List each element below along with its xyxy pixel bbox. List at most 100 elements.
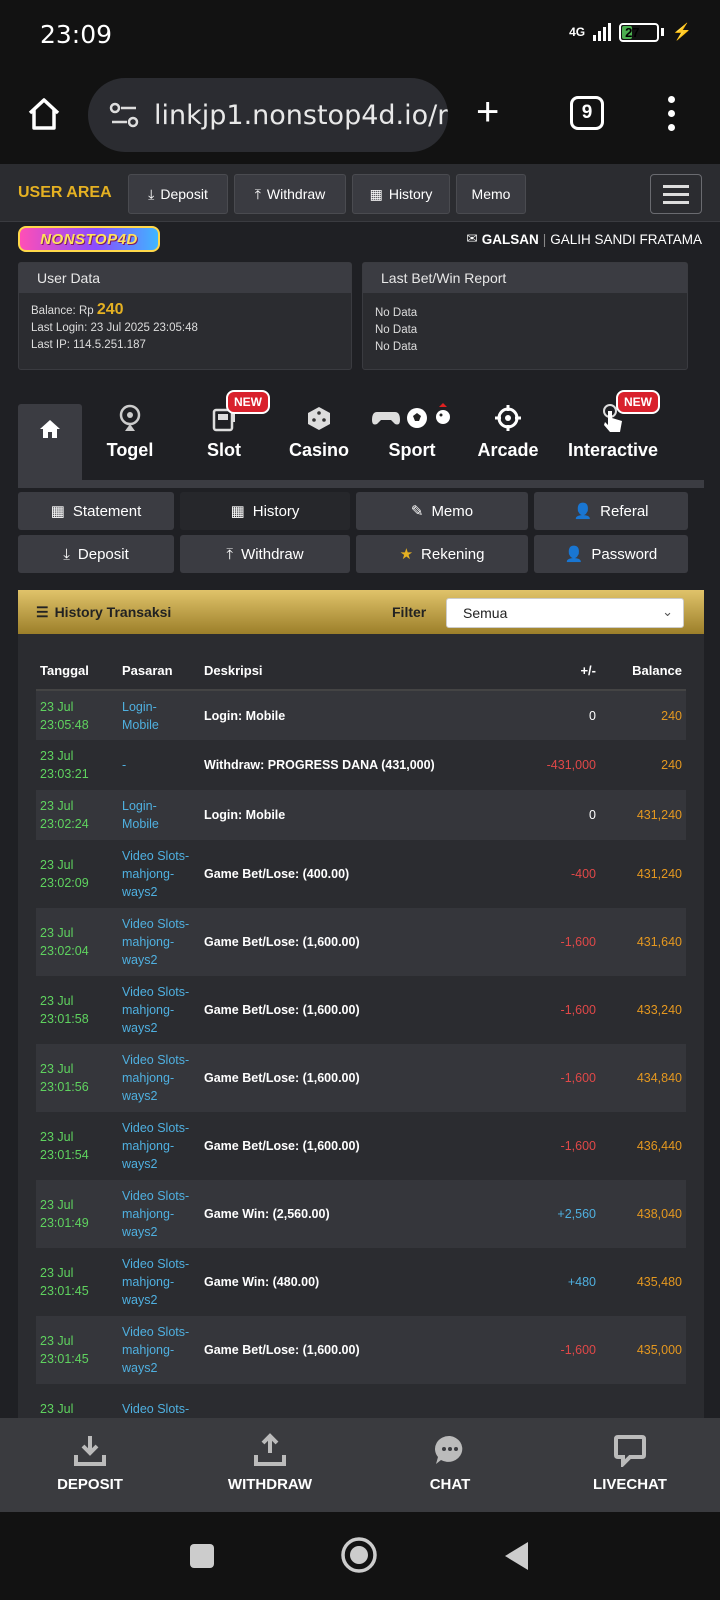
table-row: 23 Jul 23:05:48 Login- Mobile Login: Mobile 0… (36, 690, 686, 740)
statement-button[interactable]: ▦ Statement (18, 492, 174, 530)
row-date: 23 Jul (40, 858, 74, 872)
status-time: 23:09 (40, 20, 113, 49)
lottery-ball-icon (80, 398, 180, 438)
nav-memo-button[interactable]: Memo (456, 174, 526, 214)
row-pasaran-line: mahjong- (122, 1003, 175, 1017)
history-button[interactable]: ▦ History (180, 492, 350, 530)
row-time: 23:02:09 (40, 876, 89, 890)
more-menu-icon[interactable] (668, 96, 675, 131)
memo-button[interactable]: ✎ Memo (356, 492, 528, 530)
row-time: 23:01:49 (40, 1216, 89, 1230)
new-tab-icon[interactable]: + (476, 92, 499, 132)
cell-balance: 240 (600, 690, 686, 740)
cell-pasaran[interactable]: Video Slots-mahjong-ways2 (118, 840, 200, 908)
nav-deposit-label: Deposit (160, 186, 208, 202)
home-icon[interactable] (24, 94, 64, 134)
row-pasaran-line: mahjong- (122, 1275, 175, 1289)
site-logo[interactable]: NONSTOP4D (18, 226, 160, 252)
cell-balance: 433,240 (600, 976, 686, 1044)
gamepad-icon (372, 412, 400, 425)
calendar-icon: ▦ (50, 503, 65, 520)
nav-history-button[interactable]: ▦ History (352, 174, 450, 214)
referal-button[interactable]: 👤 Referal (534, 492, 688, 530)
cell-pasaran[interactable]: Video Slots-mahjong-ways2 (118, 976, 200, 1044)
user-fullname: GALIH SANDI FRATAMA (550, 231, 702, 247)
bottom-withdraw-button[interactable]: WITHDRAW (200, 1430, 340, 1493)
row-pasaran-line: mahjong- (122, 1343, 175, 1357)
col-pasaran[interactable]: Pasaran (118, 652, 200, 691)
filter-select[interactable]: Semua ⌄ (446, 598, 684, 628)
deposit-button[interactable]: ⤓ Deposit (18, 535, 174, 573)
cell-date: 23 Jul 23:03:21 (36, 740, 118, 790)
last-bet-panel: Last Bet/Win Report No Data No Data No D… (362, 262, 688, 370)
cell-pasaran[interactable]: Video Slots- (118, 1384, 200, 1418)
cell-pasaran[interactable]: Login- Mobile (118, 790, 200, 840)
list-icon: ☰ (36, 603, 49, 620)
password-button[interactable]: 👤 Password (534, 535, 688, 573)
balance-line: Balance: Rp 240 (31, 301, 339, 320)
user-name: ✉ GALSAN | GALIH SANDI FRATAMA (466, 231, 702, 247)
col-deskripsi[interactable]: Deskripsi (200, 652, 510, 691)
cell-amount: -1,600 (510, 908, 600, 976)
cell-balance: 438,040 (600, 1180, 686, 1248)
cell-description: Login: Mobile (200, 790, 510, 840)
col-tanggal[interactable]: Tanggal (36, 652, 118, 691)
cell-pasaran[interactable]: Video Slots-mahjong-ways2 (118, 1180, 200, 1248)
row-time: 23:02:24 (40, 817, 89, 831)
mail-icon[interactable]: ✉ (466, 231, 477, 247)
cell-amount: -400 (510, 840, 600, 908)
row-pasaran-line: ways2 (122, 953, 158, 967)
address-bar[interactable]: linkjp1.nonstop4d.io/m (88, 78, 448, 152)
withdraw-button[interactable]: ⤒ Withdraw (180, 535, 350, 573)
cell-description: Game Bet/Lose: (1,600.00) (200, 1112, 510, 1180)
row-date: 23 Jul (40, 1198, 74, 1212)
nav-deposit-button[interactable]: ⤓ Deposit (128, 174, 228, 214)
tab-arcade[interactable]: Arcade (458, 398, 558, 461)
col-amount[interactable]: +/- (510, 652, 600, 691)
cell-pasaran[interactable]: Video Slots-mahjong-ways2 (118, 1112, 200, 1180)
cell-balance (600, 1384, 686, 1418)
cell-amount: 0 (510, 690, 600, 740)
cell-balance: 435,480 (600, 1248, 686, 1316)
site-settings-icon[interactable] (108, 101, 140, 129)
table-row: 23 Jul 23:01:54 Video Slots-mahjong-ways2 G… (36, 1112, 686, 1180)
tab-home[interactable] (18, 404, 82, 480)
cell-pasaran[interactable]: Video Slots-mahjong-ways2 (118, 1044, 200, 1112)
back-icon[interactable] (502, 1540, 530, 1572)
cell-date: 23 Jul 23:02:04 (36, 908, 118, 976)
cell-pasaran[interactable]: Video Slots-mahjong-ways2 (118, 1316, 200, 1384)
tab-casino[interactable]: Casino (269, 398, 369, 461)
row-pasaran-line: Login- (122, 699, 157, 714)
nav-history-label: History (388, 186, 433, 202)
cell-pasaran[interactable]: Video Slots-mahjong-ways2 (118, 908, 200, 976)
hamburger-menu-icon[interactable] (650, 174, 702, 214)
bottom-deposit-button[interactable]: DEPOSIT (20, 1430, 160, 1493)
table-row: 23 Jul Video Slots- (36, 1384, 686, 1418)
tab-togel[interactable]: Togel (80, 398, 180, 461)
row-date: 23 Jul (40, 1266, 74, 1280)
user-data-panel: User Data Balance: Rp 240 Last Login: 23… (18, 262, 352, 370)
balance-value: 240 (96, 301, 124, 318)
cell-pasaran[interactable]: Login- Mobile (118, 690, 200, 740)
row-date: 23 Jul (40, 749, 74, 763)
tab-sport[interactable]: Sport (362, 398, 462, 461)
recents-icon[interactable] (188, 1542, 216, 1570)
cell-amount (510, 1384, 600, 1418)
cell-pasaran[interactable]: - (118, 740, 200, 790)
bottom-livechat-button[interactable]: LIVECHAT (560, 1430, 700, 1493)
rekening-button[interactable]: ★ Rekening (356, 535, 528, 573)
sport-icons (362, 398, 462, 438)
tab-switcher-button[interactable]: 9 (570, 96, 604, 130)
cell-pasaran[interactable]: Video Slots-mahjong-ways2 (118, 1248, 200, 1316)
row-pasaran-line: Mobile (122, 817, 159, 831)
home-nav-icon[interactable] (340, 1536, 378, 1574)
cell-description: Game Bet/Lose: (1,600.00) (200, 908, 510, 976)
category-underline (18, 480, 704, 488)
nav-withdraw-button[interactable]: ⤒ Withdraw (234, 174, 346, 214)
cell-balance: 435,000 (600, 1316, 686, 1384)
table-header-row: Tanggal Pasaran Deskripsi +/- Balance (36, 652, 686, 691)
bottom-chat-button[interactable]: CHAT (380, 1430, 520, 1493)
col-balance[interactable]: Balance (600, 652, 686, 691)
user-area-nav: USER AREA ⤓ Deposit ⤒ Withdraw ▦ History Me… (0, 164, 720, 222)
nav-memo-label: Memo (471, 186, 511, 202)
